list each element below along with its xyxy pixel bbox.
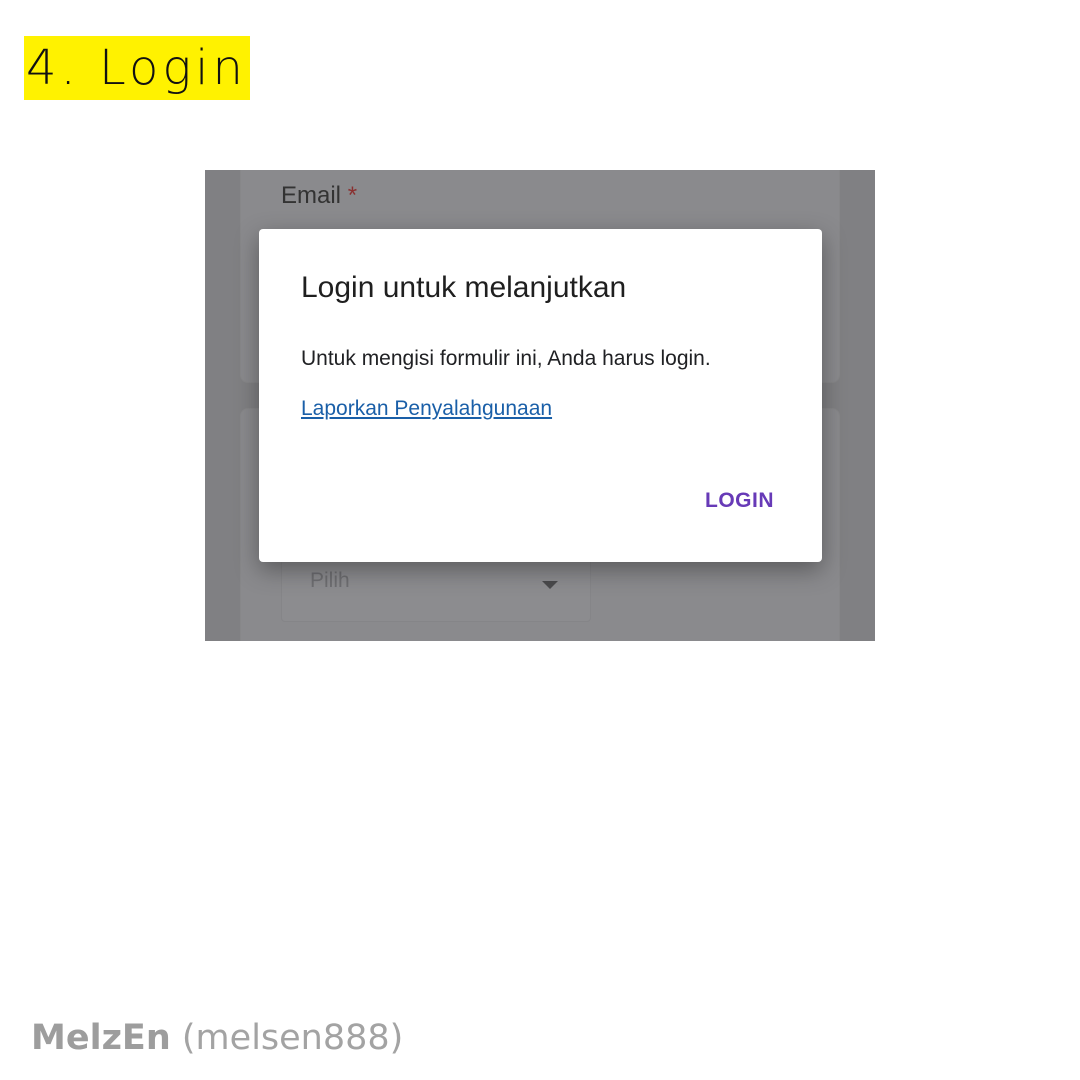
credit-name: MelzEn	[31, 1018, 171, 1058]
report-abuse-link[interactable]: Laporkan Penyalahgunaan	[301, 397, 552, 421]
dropdown-arrow-icon	[542, 581, 558, 589]
email-field-label: Email *	[281, 182, 357, 210]
login-dialog: Login untuk melanjutkan Untuk mengisi fo…	[259, 229, 822, 562]
slide-title: 4. Login	[24, 36, 250, 100]
dropdown-placeholder: Pilih	[310, 569, 350, 592]
dialog-message: Untuk mengisi formulir ini, Anda harus l…	[301, 347, 711, 370]
dialog-title: Login untuk melanjutkan	[301, 271, 627, 304]
dropdown-select[interactable]: Pilih	[281, 554, 591, 622]
author-credit: MelzEn (melsen888)	[31, 1018, 403, 1058]
credit-handle: (melsen888)	[181, 1018, 404, 1058]
required-asterisk: *	[347, 182, 358, 209]
email-label-text: Email	[281, 182, 342, 209]
login-button[interactable]: LOGIN	[697, 483, 782, 519]
page: 4. Login Email * Pilih Login untuk melan…	[0, 0, 1080, 1080]
screenshot-frame: Email * Pilih Login untuk melanjutkan Un…	[205, 170, 875, 641]
